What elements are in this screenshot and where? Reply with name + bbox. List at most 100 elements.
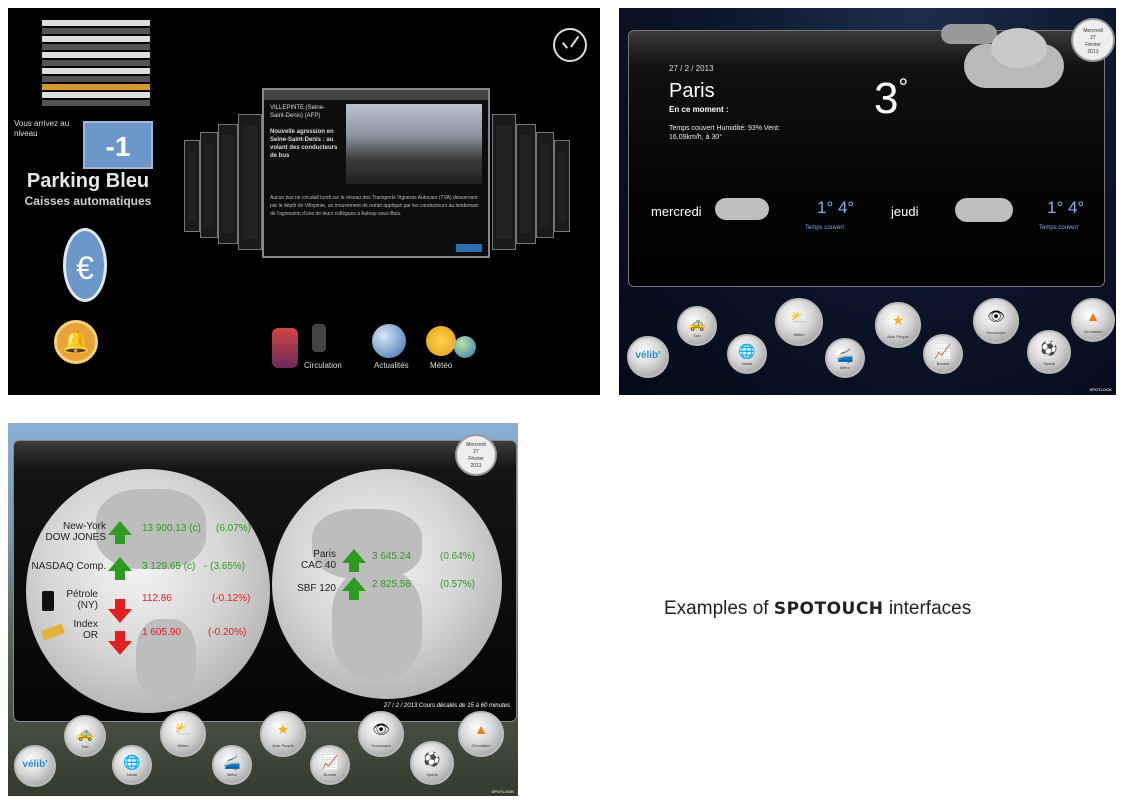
parking-name: Parking Bleu bbox=[26, 170, 150, 192]
traffic-light-icon[interactable] bbox=[272, 328, 298, 368]
stock-market-button[interactable]: 📈 Bourse bbox=[310, 745, 350, 785]
meteo-label: Météo bbox=[430, 361, 453, 370]
bell-icon[interactable]: 🔔 bbox=[54, 320, 98, 364]
level-message: Vous arrivez au niveau bbox=[14, 119, 70, 138]
news-card[interactable] bbox=[516, 124, 536, 244]
figure-caption: Examples of SPOTOUCH interfaces bbox=[664, 598, 972, 619]
globe-icon[interactable] bbox=[454, 336, 476, 358]
stock-value: 3 645.24 bbox=[372, 551, 411, 562]
news-card[interactable] bbox=[184, 140, 200, 232]
stock-change: (0.57%) bbox=[440, 579, 476, 590]
metro-icon: 🚄 bbox=[836, 347, 854, 364]
news-title: VILLEPINTE (Seine-Saint-Denis) (AFP) Nou… bbox=[270, 105, 338, 159]
horoscope-button[interactable]: 👁 Horoscope bbox=[358, 711, 404, 757]
weather-icon: ⛅ bbox=[790, 308, 808, 325]
velib-logo-icon: vélib' bbox=[635, 350, 661, 362]
metro-button[interactable]: 🚄 Métro bbox=[825, 338, 865, 378]
star-icon: ★ bbox=[891, 312, 905, 329]
up-arrow-icon bbox=[108, 521, 132, 544]
stock-change: (6.07%) bbox=[216, 523, 252, 534]
cloud-icon bbox=[991, 28, 1047, 68]
taxi-icon: 🚕 bbox=[76, 724, 94, 741]
forecast-day: mercredi bbox=[651, 204, 702, 219]
forecast-condition: Temps couvert bbox=[1039, 225, 1079, 231]
level-number: -1 bbox=[83, 121, 153, 169]
traffic-button[interactable]: ▲ Circulation bbox=[458, 711, 504, 757]
cloud-icon bbox=[715, 198, 769, 220]
news-button[interactable]: 🌐 News bbox=[112, 745, 152, 785]
velib-button[interactable]: vélib' bbox=[14, 745, 56, 787]
globe-icon: 🌐 bbox=[738, 343, 756, 360]
news-button[interactable]: 🌐 News bbox=[727, 334, 767, 374]
stock-value: 2 825.58 bbox=[372, 579, 411, 590]
star-icon: ★ bbox=[276, 721, 290, 738]
featured-news-card[interactable]: VILLEPINTE (Seine-Saint-Denis) (AFP) Nou… bbox=[262, 88, 490, 258]
news-globe-icon[interactable] bbox=[372, 324, 406, 358]
current-temperature: 3° bbox=[874, 74, 909, 123]
news-card[interactable] bbox=[238, 114, 262, 250]
euro-payment-icon[interactable]: € bbox=[63, 228, 107, 302]
forecast-day: jeudi bbox=[891, 204, 919, 219]
eye-icon: 👁 bbox=[372, 721, 390, 738]
stock-value: 3 129.65 (c) bbox=[142, 561, 196, 572]
calendar-clock-icon[interactable]: Mercredi 27 Février 2013 bbox=[1071, 18, 1115, 62]
oil-barrel-icon bbox=[42, 591, 54, 611]
velib-logo-icon: vélib' bbox=[22, 759, 48, 771]
taxi-icon: 🚕 bbox=[688, 315, 706, 332]
forecast-condition: Temps couvert bbox=[805, 225, 845, 231]
spotlook-brand: SPOTLOOK bbox=[491, 789, 514, 794]
parking-news-screenshot: Vous arrivez au niveau -1 Parking Bleu C… bbox=[8, 8, 600, 395]
americas-globe bbox=[26, 469, 270, 713]
news-card[interactable] bbox=[200, 132, 218, 238]
news-card[interactable] bbox=[218, 124, 238, 244]
traffic-signal-icon[interactable] bbox=[312, 324, 326, 352]
weather-screenshot: 27 / 2 / 2013 Paris En ce moment : Temps… bbox=[619, 8, 1116, 395]
weather-date: 27 / 2 / 2013 bbox=[669, 64, 714, 73]
cloud-icon bbox=[941, 24, 997, 44]
weather-sun-icon[interactable] bbox=[426, 326, 456, 356]
weather-button[interactable]: ⛅ Météo bbox=[775, 298, 823, 346]
taxi-button[interactable]: 🚕 Taxi bbox=[64, 715, 106, 757]
stock-change: - (3.65%) bbox=[204, 561, 246, 572]
cloud-icon bbox=[955, 198, 1013, 222]
weather-icon: ⛅ bbox=[174, 721, 192, 738]
velib-button[interactable]: vélib' bbox=[627, 336, 669, 378]
down-arrow-icon bbox=[108, 631, 132, 655]
quotes-delay-note: 27 / 2 / 2013 Cours décalés de 15 à 60 m… bbox=[383, 703, 510, 709]
metro-icon: 🚄 bbox=[223, 754, 241, 771]
chart-icon: 📈 bbox=[321, 754, 339, 771]
parking-level-indicator bbox=[42, 20, 150, 116]
news-photo bbox=[346, 104, 482, 184]
chart-icon: 📈 bbox=[934, 343, 952, 360]
people-button[interactable]: ★ Actu People bbox=[260, 711, 306, 757]
news-card[interactable] bbox=[536, 132, 554, 238]
horoscope-button[interactable]: 👁 Horoscope bbox=[973, 298, 1019, 344]
taxi-button[interactable]: 🚕 Taxi bbox=[677, 306, 717, 346]
up-arrow-icon bbox=[342, 577, 366, 600]
metro-button[interactable]: 🚄 Métro bbox=[212, 745, 252, 785]
sports-button[interactable]: ⚽ Sports bbox=[1027, 330, 1071, 374]
up-arrow-icon bbox=[108, 557, 132, 580]
stock-change: (-0.12%) bbox=[212, 593, 251, 604]
people-button[interactable]: ★ Actu People bbox=[875, 302, 921, 348]
news-card[interactable] bbox=[554, 140, 570, 232]
stock-value: 1 605.90 bbox=[142, 627, 181, 638]
sports-button[interactable]: ⚽ Sports bbox=[410, 741, 454, 785]
stock-change: (-0.20%) bbox=[208, 627, 247, 638]
weather-city: Paris bbox=[669, 80, 715, 102]
stock-change: (0.64%) bbox=[440, 551, 476, 562]
news-card[interactable] bbox=[492, 114, 516, 250]
soccer-ball-icon: ⚽ bbox=[423, 751, 441, 767]
now-label: En ce moment : bbox=[669, 105, 729, 114]
stock-market-button[interactable]: 📈 Bourse bbox=[923, 334, 963, 374]
circulation-label: Circulation bbox=[304, 361, 342, 370]
calendar-clock-icon[interactable]: Mercredi 27 Février 2013 bbox=[455, 434, 497, 476]
clock-icon bbox=[553, 28, 587, 62]
globe-icon: 🌐 bbox=[123, 754, 141, 771]
forecast-range: 1° 4° bbox=[817, 198, 855, 217]
traffic-button[interactable]: ▲ Circulation bbox=[1071, 298, 1115, 342]
up-arrow-icon bbox=[342, 549, 366, 572]
traffic-cone-icon: ▲ bbox=[1086, 308, 1100, 324]
weather-button[interactable]: ⛅ Météo bbox=[160, 711, 206, 757]
stock-value: 112.86 bbox=[142, 593, 172, 604]
